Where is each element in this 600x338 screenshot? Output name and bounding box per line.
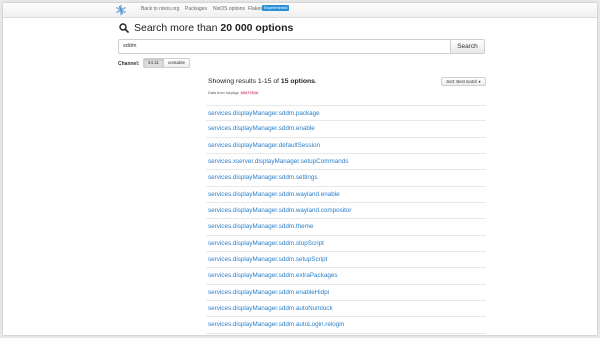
- nixpkgs-commit: 60dff84e: [239, 91, 259, 95]
- channel-option-24-11[interactable]: 24.11: [143, 58, 164, 68]
- option-link[interactable]: services.displayManager.sddm.autoNumlock: [208, 305, 333, 313]
- option-link[interactable]: services.displayManager.sddm.wayland.ena…: [208, 191, 340, 199]
- sort-label: Sort: Best match: [446, 79, 478, 84]
- browser-page: Back to nixos.org Packages NixOS options…: [3, 3, 597, 335]
- nixos-logo-icon[interactable]: [114, 3, 128, 17]
- navbar: Back to nixos.org Packages NixOS options…: [3, 3, 597, 18]
- nav-link-nixos-options[interactable]: NixOS options: [213, 6, 245, 12]
- option-link[interactable]: services.displayManager.defaultSession: [208, 142, 320, 150]
- list-item: services.displayManager.sddm.autoLogin.r…: [206, 317, 486, 334]
- results-summary: Showing results 1-15 of 15 options.: [208, 77, 317, 86]
- search-icon: [119, 23, 129, 33]
- nav-link-nixos-org[interactable]: Back to nixos.org: [141, 6, 179, 12]
- list-item: services.displayManager.sddm.autoNumlock: [206, 301, 486, 318]
- option-link[interactable]: services.displayManager.sddm.theme: [208, 223, 313, 231]
- list-item: services.displayManager.sddm.wayland.com…: [206, 203, 486, 220]
- experimental-badge: Experimental: [262, 5, 290, 11]
- option-link[interactable]: services.displayManager.sddm.package: [208, 110, 320, 118]
- nav-link-packages[interactable]: Packages: [185, 6, 207, 12]
- page-title-count: 20 000 options: [220, 22, 294, 34]
- option-link[interactable]: services.displayManager.sddm.settings: [208, 174, 318, 182]
- list-item: services.displayManager.sddm.settings: [206, 170, 486, 187]
- sort-dropdown[interactable]: Sort: Best match ▾: [441, 77, 486, 86]
- chevron-down-icon: ▾: [478, 79, 481, 84]
- search-input[interactable]: sddm: [118, 39, 450, 54]
- list-item: services.displayManager.sddm.stopScript: [206, 236, 486, 253]
- page-title: Search more than 20 000 options: [134, 22, 293, 35]
- results-list: services.displayManager.sddm.package ser…: [206, 105, 486, 334]
- channel-option-unstable[interactable]: unstable: [163, 58, 190, 68]
- list-item: services.displayManager.sddm.enable: [206, 121, 486, 138]
- list-item: services.displayManager.sddm.theme: [206, 219, 486, 236]
- list-item: services.displayManager.sddm.package: [206, 105, 486, 122]
- option-link[interactable]: services.displayManager.sddm.autoLogin.r…: [208, 321, 344, 329]
- list-item: services.displayManager.sddm.wayland.ena…: [206, 187, 486, 204]
- list-item: services.displayManager.sddm.extraPackag…: [206, 268, 486, 285]
- option-link[interactable]: services.displayManager.sddm.extraPackag…: [208, 272, 338, 280]
- option-link[interactable]: services.displayManager.sddm.stopScript: [208, 240, 324, 248]
- channel-selector: 24.11 unstable: [143, 58, 190, 68]
- results-summary-suffix: .: [314, 78, 317, 85]
- page-title-prefix: Search more than: [134, 22, 218, 34]
- data-source-label: Data from nixpkgs: [208, 91, 239, 95]
- option-link[interactable]: services.displayManager.sddm.enableHidpi: [208, 289, 329, 297]
- list-item: services.displayManager.sddm.enableHidpi: [206, 285, 486, 302]
- search-button[interactable]: Search: [450, 39, 485, 54]
- list-item: services.xserver.displayManager.setupCom…: [206, 154, 486, 171]
- results-summary-prefix: Showing results 1-15 of: [208, 78, 280, 85]
- list-item: services.displayManager.defaultSession: [206, 138, 486, 155]
- nav-link-flakes[interactable]: Flakes: [248, 6, 263, 12]
- results-total: 15 options: [280, 78, 315, 85]
- data-source: Data from nixpkgs 60dff84e: [208, 90, 259, 96]
- option-link[interactable]: services.xserver.displayManager.setupCom…: [208, 158, 348, 166]
- channel-label: Channel:: [118, 61, 140, 67]
- option-link[interactable]: services.displayManager.sddm.wayland.com…: [208, 207, 352, 215]
- option-link[interactable]: services.displayManager.sddm.enable: [208, 125, 315, 133]
- option-link[interactable]: services.displayManager.sddm.setupScript: [208, 256, 327, 264]
- list-item: services.displayManager.sddm.setupScript: [206, 252, 486, 269]
